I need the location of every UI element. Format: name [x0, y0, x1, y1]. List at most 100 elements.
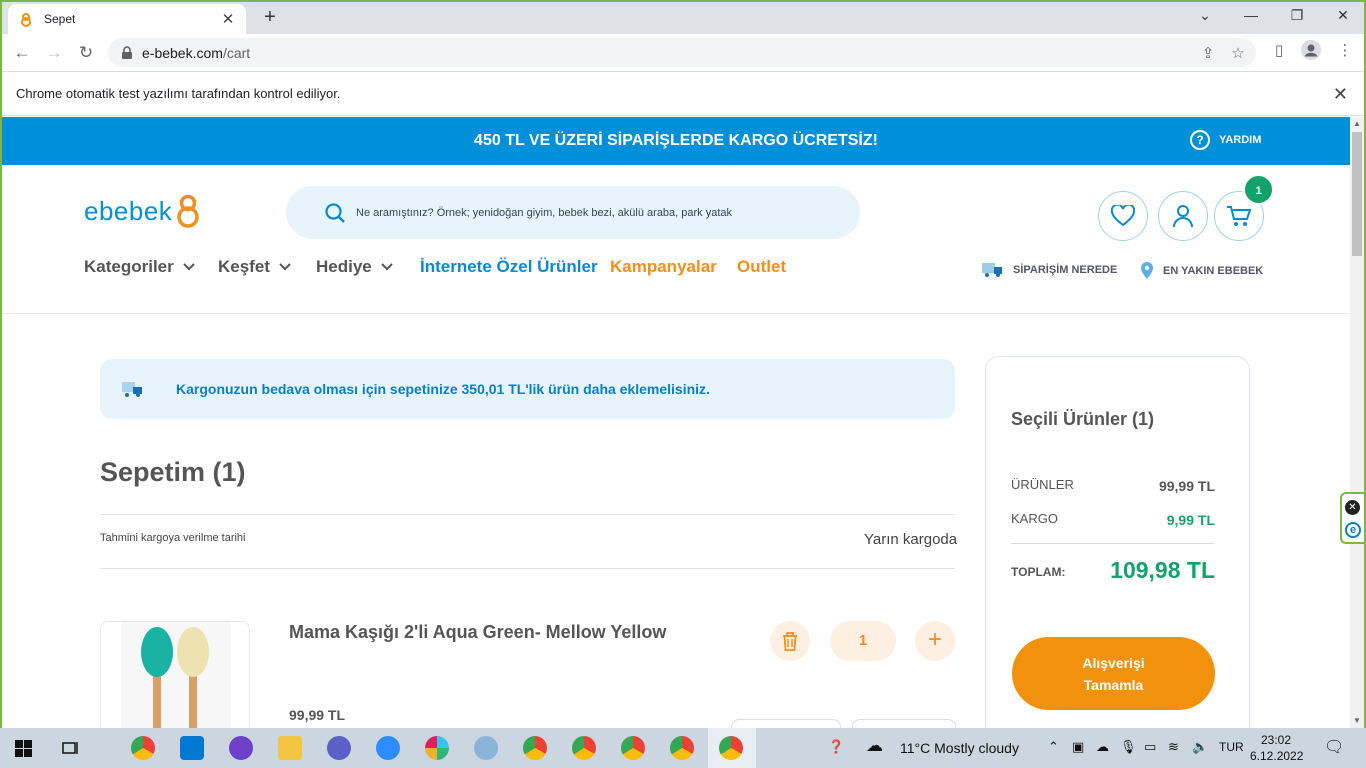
- help-tray-icon[interactable]: ❓: [828, 739, 844, 755]
- chrome-profile-app-icon[interactable]: [131, 736, 155, 760]
- browser-menu-icon[interactable]: ⋮: [1334, 40, 1356, 62]
- shipping-value: 9,99 TL: [1166, 512, 1215, 528]
- delivery-truck-icon: [982, 263, 1002, 277]
- account-button[interactable]: [1158, 191, 1208, 241]
- total-value: 109,98 TL: [1110, 557, 1215, 583]
- heart-icon: [1111, 205, 1135, 227]
- show-hidden-icons-chevron-icon[interactable]: ⌃: [1048, 739, 1059, 755]
- browser-tab-strip: Sepet ✕ + ⌄ — ❐ ✕: [0, 0, 1366, 34]
- chevron-down-icon: [183, 263, 195, 271]
- battery-icon[interactable]: ▭: [1144, 739, 1156, 755]
- ebebek-logo[interactable]: ebebek: [84, 193, 202, 229]
- divider: [100, 568, 955, 569]
- item-action-button[interactable]: [852, 719, 956, 728]
- favorites-button[interactable]: [1098, 191, 1148, 241]
- side-panel-icon[interactable]: ▯: [1268, 40, 1290, 62]
- chrome-app-icon[interactable]: [621, 736, 645, 760]
- network-warning-icon[interactable]: ☁: [1096, 739, 1109, 755]
- page-scrollbar[interactable]: ▲ ▼: [1350, 117, 1364, 728]
- widget-close-icon[interactable]: ✕: [1345, 500, 1360, 515]
- notifications-icon[interactable]: 🗨: [1324, 737, 1344, 757]
- scroll-down-arrow-icon[interactable]: ▼: [1350, 714, 1364, 728]
- nav-gift[interactable]: Hediye: [316, 257, 393, 277]
- page-title: Sepetim (1): [100, 457, 246, 487]
- infobar-close-icon[interactable]: ✕: [1333, 72, 1348, 116]
- windows-start-icon[interactable]: [15, 740, 32, 757]
- url-host: e-bebek.com: [142, 44, 223, 61]
- github-desktop-app-icon[interactable]: [229, 736, 253, 760]
- weather-cloud-icon[interactable]: ☁: [866, 736, 883, 756]
- nav-categories[interactable]: Kategoriler: [84, 257, 195, 277]
- file-explorer-app-icon[interactable]: [278, 736, 302, 760]
- volume-icon[interactable]: 🔈: [1192, 739, 1208, 755]
- system-clock[interactable]: 23:02 6.12.2022: [1250, 732, 1304, 764]
- tab-title: Sepet: [44, 12, 76, 26]
- free-shipping-notice: Kargonuzun bedava olması için sepetinize…: [100, 359, 955, 419]
- question-circle-icon: ?: [1190, 130, 1210, 150]
- checkout-button[interactable]: Alışverişi Tamamla: [1012, 637, 1215, 710]
- help-link[interactable]: ? YARDIM: [1190, 130, 1261, 150]
- scroll-up-arrow-icon[interactable]: ▲: [1350, 117, 1364, 131]
- nav-outlet[interactable]: Outlet: [737, 257, 786, 277]
- chrome-active-app-icon[interactable]: [719, 736, 743, 760]
- forward-arrow-icon[interactable]: →: [42, 41, 66, 65]
- order-tracking-link[interactable]: SİPARİŞİM NEREDE: [982, 262, 1117, 278]
- clock-date: 6.12.2022: [1250, 749, 1304, 763]
- chevron-down-icon: [381, 263, 393, 271]
- shipping-box-icon: [122, 382, 142, 397]
- zoom-app-icon[interactable]: [376, 736, 400, 760]
- product-name[interactable]: Mama Kaşığı 2'li Aqua Green- Mellow Yell…: [289, 622, 666, 643]
- url-path: /cart: [222, 44, 251, 61]
- side-widget[interactable]: ✕ e: [1340, 492, 1364, 544]
- close-window-button[interactable]: ✕: [1328, 4, 1358, 26]
- automation-infobar: Chrome otomatik test yazılımı tarafından…: [0, 71, 1366, 116]
- free-shipping-promo-banner[interactable]: 450 TL VE ÜZERİ SİPARİŞLERDE KARGO ÜCRET…: [2, 117, 1350, 165]
- remove-item-button[interactable]: [770, 621, 810, 661]
- divider: [100, 514, 955, 515]
- products-value: 99,99 TL: [1158, 478, 1215, 494]
- nav-campaigns[interactable]: Kampanyalar: [610, 257, 717, 277]
- minimize-button[interactable]: —: [1236, 4, 1266, 26]
- chrome-app-icon[interactable]: [572, 736, 596, 760]
- reload-icon[interactable]: ↻: [74, 41, 98, 65]
- language-indicator[interactable]: TUR: [1219, 740, 1244, 754]
- scrollbar-thumb[interactable]: [1352, 132, 1362, 256]
- nav-discover[interactable]: Keşfet: [218, 257, 291, 277]
- tab-close-icon[interactable]: ✕: [220, 10, 236, 28]
- bookmark-star-icon[interactable]: ☆: [1228, 44, 1248, 64]
- location-pin-icon: [1141, 262, 1153, 279]
- cart-icon: [1227, 206, 1252, 226]
- increase-quantity-button[interactable]: +: [915, 621, 955, 661]
- trash-icon: [783, 632, 797, 651]
- product-image[interactable]: [100, 621, 250, 728]
- chrome-app-icon[interactable]: [523, 736, 547, 760]
- weather-text[interactable]: 11°C Mostly cloudy: [900, 740, 1019, 756]
- microphone-icon[interactable]: 🎙: [1120, 739, 1137, 755]
- vscode-app-icon[interactable]: [180, 736, 204, 760]
- task-view-icon[interactable]: [62, 740, 80, 756]
- profile-avatar-icon[interactable]: [1300, 40, 1322, 62]
- ebebek-favicon-icon: [21, 13, 31, 27]
- nav-label: Outlet: [737, 257, 787, 276]
- tray-app-icon[interactable]: ▣: [1072, 739, 1084, 755]
- new-tab-button[interactable]: +: [258, 5, 282, 29]
- widget-e-icon[interactable]: e: [1345, 522, 1361, 538]
- quantity-value[interactable]: 1: [830, 621, 896, 661]
- wifi-icon[interactable]: ≋: [1168, 739, 1179, 755]
- chrome-app-icon[interactable]: [670, 736, 694, 760]
- nav-online-exclusive[interactable]: İnternete Özel Ürünler: [420, 257, 598, 277]
- restore-button[interactable]: ❐: [1282, 4, 1312, 26]
- paint-app-icon[interactable]: [474, 736, 498, 760]
- order-tracking-label: SİPARİŞİM NEREDE: [1013, 264, 1118, 276]
- search-bar[interactable]: Ne aramıştınız? Örnek; yenidoğan giyim, …: [286, 186, 860, 239]
- slack-app-icon[interactable]: [425, 736, 449, 760]
- tab-search-chevron-icon[interactable]: ⌄: [1190, 4, 1220, 26]
- share-icon[interactable]: ⇪: [1198, 44, 1218, 64]
- nearest-store-link[interactable]: EN YAKIN EBEBEK: [1140, 262, 1263, 280]
- browser-tab[interactable]: Sepet ✕: [8, 4, 246, 34]
- header-divider: [2, 313, 1350, 314]
- address-bar[interactable]: e-bebek.com/cart ⇪ ☆: [108, 38, 1256, 67]
- discord-app-icon[interactable]: [327, 736, 351, 760]
- item-action-button[interactable]: [731, 719, 841, 728]
- back-arrow-icon[interactable]: ←: [10, 41, 34, 65]
